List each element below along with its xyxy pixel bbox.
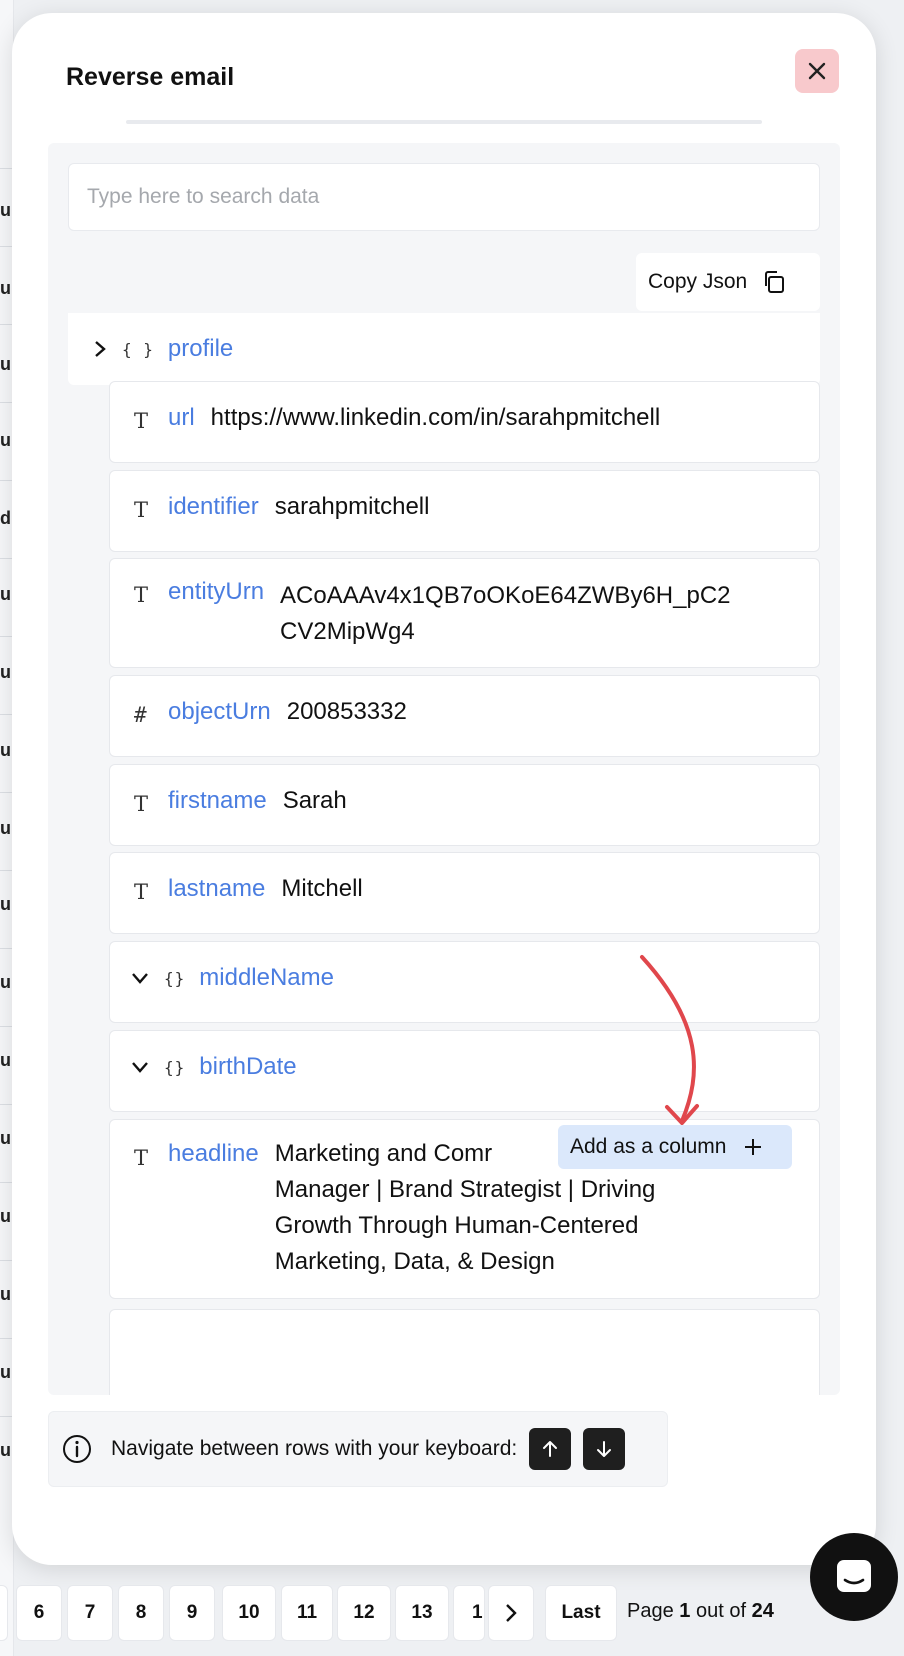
page-button[interactable]: 13 bbox=[395, 1585, 449, 1641]
add-as-column-button[interactable]: Add as a column bbox=[558, 1125, 792, 1169]
background-text-fragment: u bbox=[0, 354, 11, 374]
info-icon bbox=[63, 1435, 91, 1463]
page-out-of: out of bbox=[695, 1600, 747, 1622]
page-button[interactable]: 11 bbox=[281, 1585, 333, 1641]
chevron-right-icon bbox=[506, 1604, 517, 1622]
page-indicator: Page 1 out of 24 bbox=[627, 1600, 774, 1623]
arrow-down-icon bbox=[597, 1441, 612, 1457]
reverse-email-modal: Reverse email Copy Json { } profile T ur… bbox=[12, 13, 876, 1565]
background-text-fragment: u bbox=[0, 1050, 11, 1070]
last-page-button[interactable]: Last bbox=[545, 1585, 617, 1641]
background-text-fragment: u bbox=[0, 1128, 11, 1148]
page-prefix: Page bbox=[627, 1600, 674, 1622]
background-text-fragment: u bbox=[0, 818, 11, 838]
background-text-fragment: d bbox=[0, 508, 11, 528]
arrow-up-icon bbox=[543, 1441, 558, 1457]
background-text-fragment: u bbox=[0, 662, 11, 682]
next-row-button[interactable] bbox=[583, 1428, 626, 1470]
background-text-fragment: u bbox=[0, 200, 11, 220]
page-button[interactable]: 7 bbox=[67, 1585, 113, 1641]
background-text-fragment: u bbox=[0, 972, 11, 992]
background-text-fragment: u bbox=[0, 1206, 11, 1226]
page-button-partial[interactable] bbox=[0, 1585, 8, 1641]
keyboard-hint-text: Navigate between rows with your keyboard… bbox=[111, 1437, 518, 1460]
background-text-fragment: u bbox=[0, 740, 11, 760]
chat-support-button[interactable] bbox=[810, 1533, 898, 1621]
page-button[interactable]: 12 bbox=[337, 1585, 391, 1641]
plus-icon bbox=[745, 1139, 762, 1155]
background-text-fragment: u bbox=[0, 1440, 11, 1460]
next-page-button[interactable] bbox=[488, 1585, 534, 1641]
previous-row-button[interactable] bbox=[529, 1428, 572, 1470]
background-text-fragment: u bbox=[0, 1362, 11, 1382]
add-as-column-label: Add as a column bbox=[570, 1135, 727, 1158]
background-text-fragment: u bbox=[0, 278, 11, 298]
page-button[interactable]: 1 bbox=[453, 1585, 485, 1641]
current-page: 1 bbox=[679, 1600, 691, 1622]
background-text-fragment: u bbox=[0, 584, 11, 604]
annotation-arrow-icon bbox=[640, 955, 699, 1125]
chat-icon bbox=[837, 1560, 871, 1592]
page-button[interactable]: 9 bbox=[169, 1585, 215, 1641]
keyboard-navigation-hint: Navigate between rows with your keyboard… bbox=[48, 1411, 668, 1487]
page-button[interactable]: 6 bbox=[16, 1585, 62, 1641]
background-text-fragment: u bbox=[0, 430, 11, 450]
page-button[interactable]: 8 bbox=[118, 1585, 164, 1641]
page-button[interactable]: 10 bbox=[222, 1585, 276, 1641]
background-text-fragment: u bbox=[0, 1284, 11, 1304]
total-pages: 24 bbox=[751, 1600, 774, 1622]
background-text-fragment: u bbox=[0, 894, 11, 914]
